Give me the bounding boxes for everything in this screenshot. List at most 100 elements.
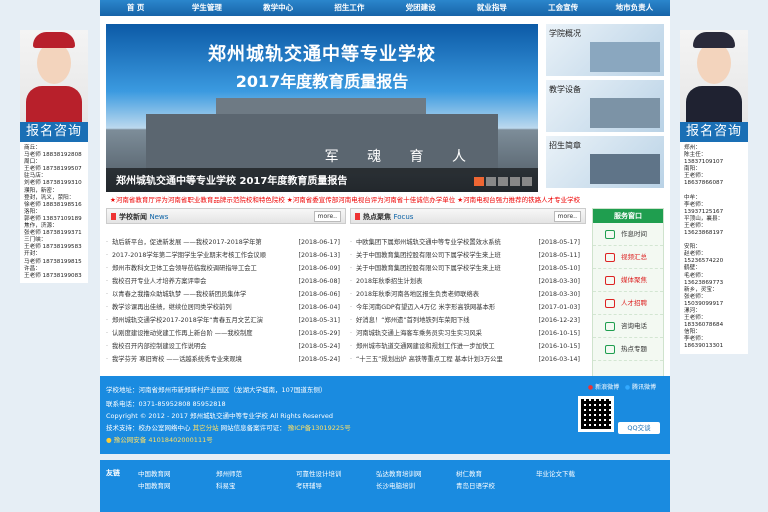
news-title[interactable]: 郑州城市轨道交通网建设和规划工作进一步加快工 xyxy=(356,343,495,350)
news-item[interactable]: 2018年秋季招生计划表 [2018-03-30] xyxy=(350,275,586,288)
news-title[interactable]: 劫后新平台，促进新发展 ——我校2017-2018学年第 xyxy=(112,239,262,246)
news-title[interactable]: 关于中国教育集团控股有限公司下属学校学生来上班 xyxy=(356,252,501,259)
friend-link[interactable]: 树仁教育 xyxy=(456,468,482,478)
news-title[interactable]: 河南城轨交通上海客车乘务员实习生实习风采 xyxy=(356,330,482,337)
tencent-weibo-link[interactable]: 腾讯微博 xyxy=(632,384,656,391)
nav-item[interactable]: 就业指导 xyxy=(456,0,527,16)
news-title[interactable]: 以青春之我撸众助城轨梦 ——我校新团员集体学 xyxy=(112,291,246,298)
news-title[interactable]: “十三五”规划出炉 高铁等重点工程 基本计划3万公里 xyxy=(356,356,503,363)
nav-item[interactable]: 地市负责人 xyxy=(599,0,670,16)
nav-item[interactable]: 首 页 xyxy=(100,0,171,16)
news-item[interactable]: 我校召开专业人才培养方案评审会 [2018-06-08] xyxy=(106,275,346,288)
news-item[interactable]: 郑州市教科文卫体工会领导莅临我校调研指导工会工 [2018-06-09] xyxy=(106,262,346,275)
contact-line: 郭老师 13837109189 xyxy=(24,215,82,222)
news-item[interactable]: 关于中国教育集团控股有限公司下属学校学生来上班 [2018-05-10] xyxy=(350,262,586,275)
banner-building-sign: 军 魂 育 人 xyxy=(324,149,478,165)
friend-link[interactable]: 青岛日语学校 xyxy=(456,480,495,490)
news-item[interactable]: 关于中国教育集团控股有限公司下属学校学生来上班 [2018-05-11] xyxy=(350,249,586,262)
news-item[interactable]: 2017-2018学年第二学期学生学业期末考核工作会议顺 [2018-06-13] xyxy=(106,249,346,262)
hot-news-more-button[interactable]: more.. xyxy=(553,211,581,222)
service-icon xyxy=(605,345,615,354)
footer-substation-link[interactable]: 其它分站 xyxy=(193,424,219,432)
contact-line: 许昌： xyxy=(24,265,41,272)
news-item[interactable]: 中欧集团下属郑州城轨交通中等专业学校置效水系统 [2018-05-17] xyxy=(350,236,586,249)
thumb-image xyxy=(590,98,660,128)
news-title[interactable]: 郑州城轨交通学校2017-2018学年“青春五月文艺汇演 xyxy=(112,317,263,324)
feature-thumb[interactable]: 教学设备 xyxy=(546,80,664,132)
news-item[interactable]: 郑州城市轨道交通网建设和规划工作进一步加快工 [2016-10-15] xyxy=(350,340,586,353)
news-date: [2018-05-10] xyxy=(538,265,580,272)
news-date: [2016-12-23] xyxy=(538,317,580,324)
nav-item[interactable]: 工会宣传 xyxy=(528,0,599,16)
friend-link[interactable]: 长沙电脑培训 xyxy=(376,480,415,490)
service-item[interactable]: 人才招聘 xyxy=(593,292,663,315)
nav-item[interactable]: 招生工作 xyxy=(314,0,385,16)
news-title[interactable]: 2017-2018学年第二学期学生学业期末考核工作会议顺 xyxy=(112,252,266,259)
service-item[interactable]: 作息时间 xyxy=(593,223,663,246)
news-item[interactable]: 郑州城轨交通学校2017-2018学年“青春五月文艺汇演 [2018-05-31] xyxy=(106,314,346,327)
friend-link[interactable]: 毕业论文下载 xyxy=(536,468,575,478)
footer-icp-link[interactable]: 豫ICP备13019225号 xyxy=(288,424,351,432)
news-title[interactable]: 2018年秋季河南各地区报生负责老师联络表 xyxy=(356,291,479,298)
news-title[interactable]: 我学芬芳 寒旧寄校 ——话越系统秀专业来观境 xyxy=(112,356,242,363)
qr-code xyxy=(578,396,614,432)
news-date: [2018-05-31] xyxy=(298,317,340,324)
footer-police-record[interactable]: 豫公网安备 41018402000111号 xyxy=(114,436,213,444)
feature-thumb[interactable]: 学院概况 xyxy=(546,24,664,76)
news-title[interactable]: 郑州市教科文卫体工会领导莅临我校调研指导工会工 xyxy=(112,265,257,272)
left-contact-list: 商丘： 马老师 18838192808 周口： 王老师 18738199507 驻马店：… xyxy=(20,142,88,283)
news-item[interactable]: “十三五”规划出炉 高铁等重点工程 基本计划3万公里 [2016-03-14] xyxy=(350,353,586,366)
service-item[interactable]: 视频汇总 xyxy=(593,246,663,269)
news-item[interactable]: 我学芬芳 寒旧寄校 ——话越系统秀专业来观境 [2018-05-24] xyxy=(106,353,346,366)
news-title[interactable]: 今年河南GDP有望迈入4万亿 米字形高铁网基本形 xyxy=(356,304,495,311)
right-contact-list: 郑州： 陈主任：13837109107 南阳： 王老师：18637866087 中牟：李… xyxy=(680,142,748,354)
honor-notice: ★河南省教育厅评为河南省职业教育品牌示范院校和特色院校 ★河南省委宣传部河南电视… xyxy=(110,196,581,204)
banner-dot[interactable] xyxy=(486,177,496,186)
news-item[interactable]: 好消息！“郑州遗”首列地铁列车荣阳下线 [2016-12-23] xyxy=(350,314,586,327)
friend-link[interactable]: 可靠性设计培训 xyxy=(296,468,342,478)
banner-pager[interactable] xyxy=(474,177,532,186)
left-consult-ad[interactable]: 报名咨询 商丘： 马老师 18838192808 周口： 王老师 1873819950… xyxy=(20,30,88,283)
service-item[interactable]: 咨询电话 xyxy=(593,315,663,338)
nav-item[interactable]: 教学中心 xyxy=(243,0,314,16)
news-item[interactable]: 今年河南GDP有望迈入4万亿 米字形高铁网基本形 [2017-01-03] xyxy=(350,301,586,314)
friend-link[interactable]: 中国教育网 xyxy=(138,480,171,490)
thumb-label: 教学设备 xyxy=(549,85,581,94)
news-item[interactable]: 认刚度建设推动党建工作再上新台阶 ——我校制度 [2018-05-29] xyxy=(106,327,346,340)
nav-item[interactable]: 党团建设 xyxy=(385,0,456,16)
banner-dot[interactable] xyxy=(498,177,508,186)
banner-dot[interactable] xyxy=(510,177,520,186)
friend-link[interactable]: 中国教育网 xyxy=(138,468,171,478)
qq-chat-button[interactable]: QQ交谈 xyxy=(618,422,660,434)
friend-link[interactable]: 郑州师范 xyxy=(216,468,242,478)
news-title[interactable]: 2018年秋季招生计划表 xyxy=(356,278,422,285)
news-title[interactable]: 中欧集团下属郑州城轨交通中等专业学校置效水系统 xyxy=(356,239,501,246)
news-title[interactable]: 教学诊课再出佳绩，继续位居同类学校前列 xyxy=(112,304,232,311)
news-item[interactable]: 2018年秋季河南各地区报生负责老师联络表 [2018-03-30] xyxy=(350,288,586,301)
news-item[interactable]: 劫后新平台，促进新发展 ——我校2017-2018学年第 [2018-06-17] xyxy=(106,236,346,249)
feature-thumb[interactable]: 招生简章 xyxy=(546,136,664,188)
news-item[interactable]: 我校召开内部控制建设工作说明会 [2018-05-24] xyxy=(106,340,346,353)
banner-dot[interactable] xyxy=(474,177,484,186)
banner-dot[interactable] xyxy=(522,177,532,186)
news-item[interactable]: 河南城轨交通上海客车乘务员实习生实习风采 [2016-10-15] xyxy=(350,327,586,340)
news-title[interactable]: 认刚度建设推动党建工作再上新台阶 ——我校制度 xyxy=(112,330,253,337)
news-title[interactable]: 我校召开内部控制建设工作说明会 xyxy=(112,343,206,350)
friend-link[interactable]: 考研辅导 xyxy=(296,480,322,490)
contact-line: 王老师：13623868197 xyxy=(684,222,724,237)
friend-link[interactable]: 弘达教育培训网 xyxy=(376,468,422,478)
weibo-link[interactable]: 新浪微博 xyxy=(595,384,619,391)
service-item[interactable]: 媒体聚焦 xyxy=(593,269,663,292)
school-news-more-button[interactable]: more.. xyxy=(313,211,341,222)
news-title[interactable]: 关于中国教育集团控股有限公司下属学校学生来上班 xyxy=(356,265,501,272)
news-title[interactable]: 我校召开专业人才培养方案评审会 xyxy=(112,278,206,285)
news-item[interactable]: 教学诊课再出佳绩，继续位居同类学校前列 [2018-06-04] xyxy=(106,301,346,314)
friend-link[interactable]: 科易宝 xyxy=(216,480,236,490)
contact-line: 赵老师：15236574220 xyxy=(684,251,724,265)
news-item[interactable]: 以青春之我撸众助城轨梦 ——我校新团员集体学 [2018-06-06] xyxy=(106,288,346,301)
hero-banner[interactable]: 郑州城轨交通中等专业学校 2017年度教育质量报告 军 魂 育 人 郑州城轨交通… xyxy=(106,24,538,192)
news-title[interactable]: 好消息！“郑州遗”首列地铁列车荣阳下线 xyxy=(356,317,470,324)
service-item[interactable]: 热点专题 xyxy=(593,338,663,361)
right-consult-ad[interactable]: 报名咨询 郑州： 陈主任：13837109107 南阳： 王老师：1863786608… xyxy=(680,30,748,354)
nav-item[interactable]: 学生管理 xyxy=(171,0,242,16)
